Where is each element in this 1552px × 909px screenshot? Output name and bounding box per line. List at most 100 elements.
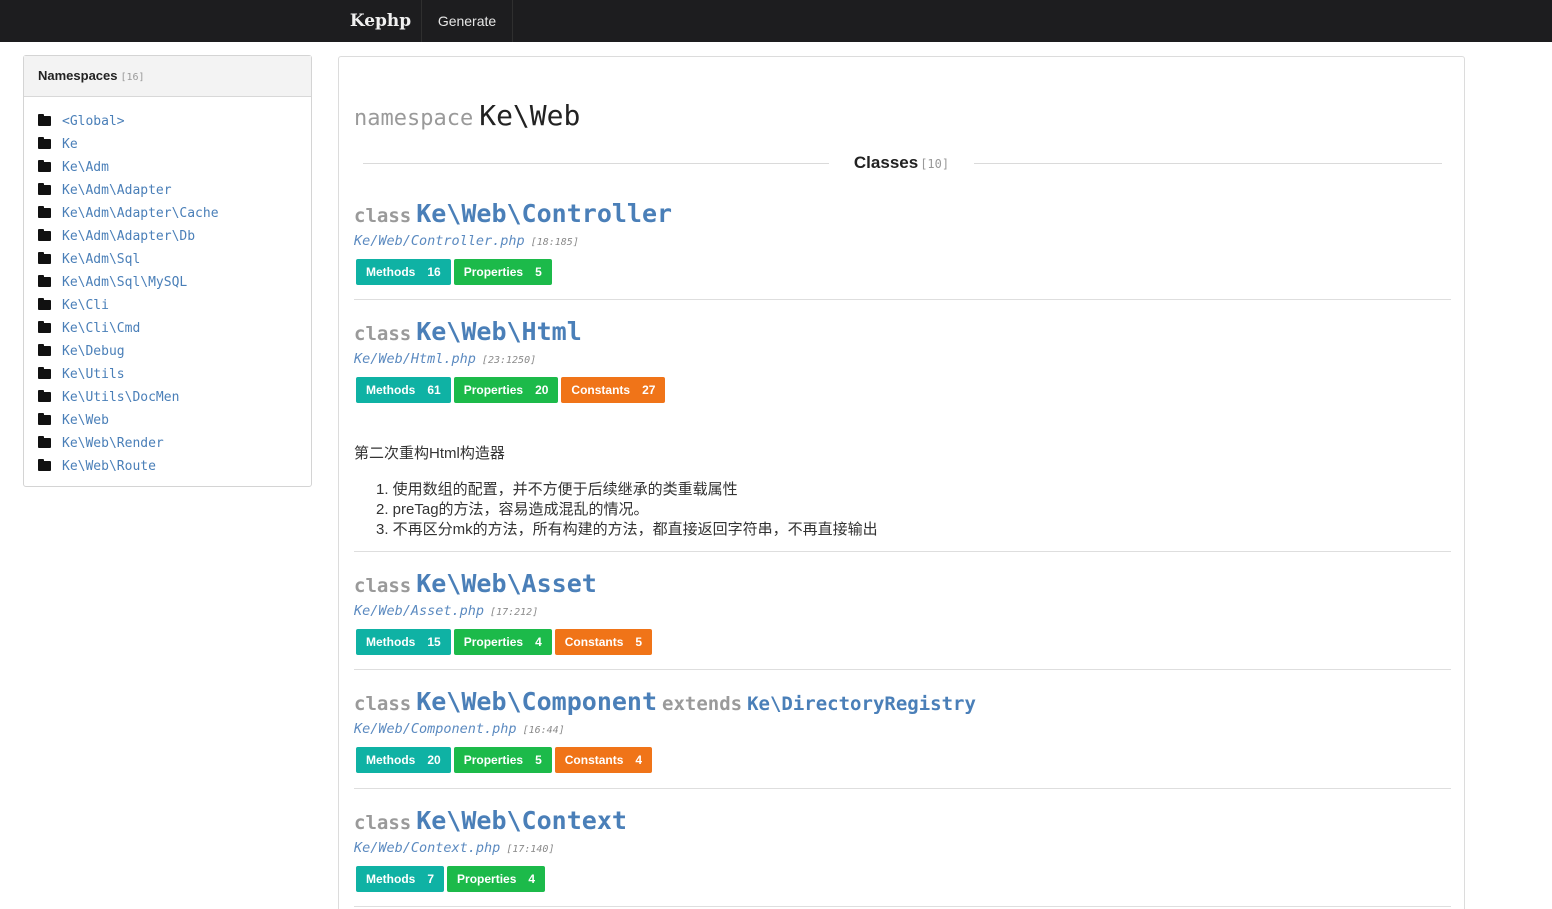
namespace-link[interactable]: Ke\Web\Route <box>62 459 156 474</box>
namespace-link[interactable]: Ke\Debug <box>62 344 125 359</box>
namespace-item[interactable]: Ke\Adm <box>24 155 311 178</box>
namespace-link[interactable]: Ke\Utils <box>62 367 125 382</box>
namespace-item[interactable]: Ke\Adm\Adapter <box>24 178 311 201</box>
namespace-link[interactable]: Ke\Cli <box>62 298 109 313</box>
member-badges: Methods 15 Properties 4 Constants 5 <box>356 629 655 655</box>
namespace-item[interactable]: Ke\Web\Render <box>24 431 311 454</box>
badge-count: 27 <box>642 383 656 397</box>
class-name-link[interactable]: Ke\Web\Component <box>416 687 657 716</box>
methods-badge[interactable]: Methods 7 <box>356 866 445 892</box>
badge-label: Properties <box>463 753 524 767</box>
badge-label: Properties <box>463 383 524 397</box>
class-entry: class Ke\Web\Html Ke/Web/Html.php [23:1250… <box>354 317 1451 552</box>
namespace-item[interactable]: Ke\Adm\Adapter\Cache <box>24 201 311 224</box>
folder-icon <box>38 298 51 310</box>
properties-badge[interactable]: Properties 5 <box>453 259 552 285</box>
namespace-link[interactable]: Ke\Web\Render <box>62 436 164 451</box>
file-path-link[interactable]: Ke/Web/Asset.php <box>354 603 484 619</box>
namespace-link[interactable]: Ke\Adm\Sql\MySQL <box>62 275 187 290</box>
badge-count: 7 <box>427 872 435 886</box>
folder-icon <box>38 275 51 287</box>
namespace-item[interactable]: Ke\Adm\Sql\MySQL <box>24 270 311 293</box>
namespace-item[interactable]: Ke\Utils\DocMen <box>24 385 311 408</box>
file-path-link[interactable]: Ke/Web/Controller.php <box>354 233 525 249</box>
class-file: Ke/Web/Html.php [23:1250] <box>354 348 536 367</box>
namespace-list: <Global> Ke Ke\Adm Ke\Adm\Adapter Ke\Adm… <box>24 97 311 477</box>
brand-link[interactable]: Kephp <box>340 0 422 42</box>
file-path-link[interactable]: Ke/Web/Context.php <box>354 840 500 856</box>
namespace-content: namespace Ke\Web Classes [10] class Ke\Web\… <box>338 56 1465 909</box>
namespace-item[interactable]: <Global> <box>24 109 311 132</box>
methods-badge[interactable]: Methods 20 <box>356 747 451 773</box>
namespace-link[interactable]: Ke\Web <box>62 413 109 428</box>
namespaces-header: Namespaces [16] <box>24 56 311 97</box>
class-name-link[interactable]: Ke\Web\Html <box>416 317 582 346</box>
namespace-item[interactable]: Ke\Utils <box>24 362 311 385</box>
namespace-link[interactable]: Ke <box>62 137 78 152</box>
constants-badge[interactable]: Constants 5 <box>554 629 653 655</box>
class-name-link[interactable]: Ke\Web\Context <box>416 806 627 835</box>
class-keyword: class <box>354 575 412 597</box>
properties-badge[interactable]: Properties 5 <box>453 747 552 773</box>
namespace-item[interactable]: Ke <box>24 132 311 155</box>
badge-label: Constants <box>564 753 624 767</box>
folder-icon <box>38 137 51 149</box>
file-path-link[interactable]: Ke/Web/Html.php <box>354 351 476 367</box>
top-navbar: Kephp Generate <box>0 0 1552 42</box>
classes-section-header: Classes [10] <box>363 152 1442 176</box>
class-name-link[interactable]: Ke\Web\Asset <box>416 569 597 598</box>
namespace-link[interactable]: <Global> <box>62 114 125 129</box>
badge-count: 4 <box>535 635 542 649</box>
class-name-link[interactable]: Ke\Web\Controller <box>416 199 672 228</box>
namespace-item[interactable]: Ke\Cli <box>24 293 311 316</box>
generate-link[interactable]: Generate <box>422 0 513 42</box>
note-item: 1. 使用数组的配置，并不方便于后续继承的类重载属性 <box>376 481 738 498</box>
badge-label: Methods <box>366 265 416 279</box>
methods-badge[interactable]: Methods 15 <box>356 629 451 655</box>
namespace-link[interactable]: Ke\Adm\Adapter <box>62 183 172 198</box>
badge-count: 20 <box>535 383 549 397</box>
file-path-link[interactable]: Ke/Web/Component.php <box>354 721 517 737</box>
line-range: [17:212] <box>490 607 539 618</box>
folder-icon <box>38 367 51 379</box>
namespace-item[interactable]: Ke\Web\Route <box>24 454 311 477</box>
class-description: 第二次重构Html构造器 <box>354 445 505 462</box>
badge-count: 4 <box>528 872 536 886</box>
namespace-item[interactable]: Ke\Adm\Adapter\Db <box>24 224 311 247</box>
badge-count: 4 <box>635 753 643 767</box>
folder-icon <box>38 459 51 471</box>
badge-count: 15 <box>427 635 441 649</box>
namespace-item[interactable]: Ke\Web <box>24 408 311 431</box>
class-keyword: class <box>354 205 412 227</box>
namespace-link[interactable]: Ke\Adm\Adapter\Cache <box>62 206 219 221</box>
divider <box>363 163 829 164</box>
badge-count: 5 <box>535 753 542 767</box>
namespace-link[interactable]: Ke\Adm\Sql <box>62 252 140 267</box>
properties-badge[interactable]: Properties 20 <box>453 377 559 403</box>
class-notes: 1. 使用数组的配置，并不方便于后续继承的类重载属性 2. preTag的方法，… <box>376 480 878 540</box>
methods-badge[interactable]: Methods 16 <box>356 259 451 285</box>
namespace-link[interactable]: Ke\Adm\Adapter\Db <box>62 229 195 244</box>
class-keyword: class <box>354 693 412 715</box>
constants-badge[interactable]: Constants 4 <box>554 747 653 773</box>
constants-badge[interactable]: Constants 27 <box>561 377 666 403</box>
namespace-item[interactable]: Ke\Adm\Sql <box>24 247 311 270</box>
folder-icon <box>38 436 51 448</box>
section-count: [10] <box>920 157 950 171</box>
folder-icon <box>38 229 51 241</box>
properties-badge[interactable]: Properties 4 <box>447 866 546 892</box>
properties-badge[interactable]: Properties 4 <box>453 629 552 655</box>
line-range: [18:185] <box>530 237 579 248</box>
badge-label: Constants <box>571 383 631 397</box>
parent-class-link[interactable]: Ke\DirectoryRegistry <box>747 693 976 715</box>
namespace-link[interactable]: Ke\Adm <box>62 160 109 175</box>
folder-icon <box>38 344 51 356</box>
namespace-link[interactable]: Ke\Cli\Cmd <box>62 321 140 336</box>
methods-badge[interactable]: Methods 61 <box>356 377 451 403</box>
badge-label: Methods <box>366 383 416 397</box>
namespaces-panel: Namespaces [16] <Global> Ke Ke\Adm Ke\Adm… <box>23 55 312 487</box>
namespace-item[interactable]: Ke\Cli\Cmd <box>24 316 311 339</box>
namespace-item[interactable]: Ke\Debug <box>24 339 311 362</box>
badge-label: Properties <box>457 872 517 886</box>
namespace-link[interactable]: Ke\Utils\DocMen <box>62 390 179 405</box>
